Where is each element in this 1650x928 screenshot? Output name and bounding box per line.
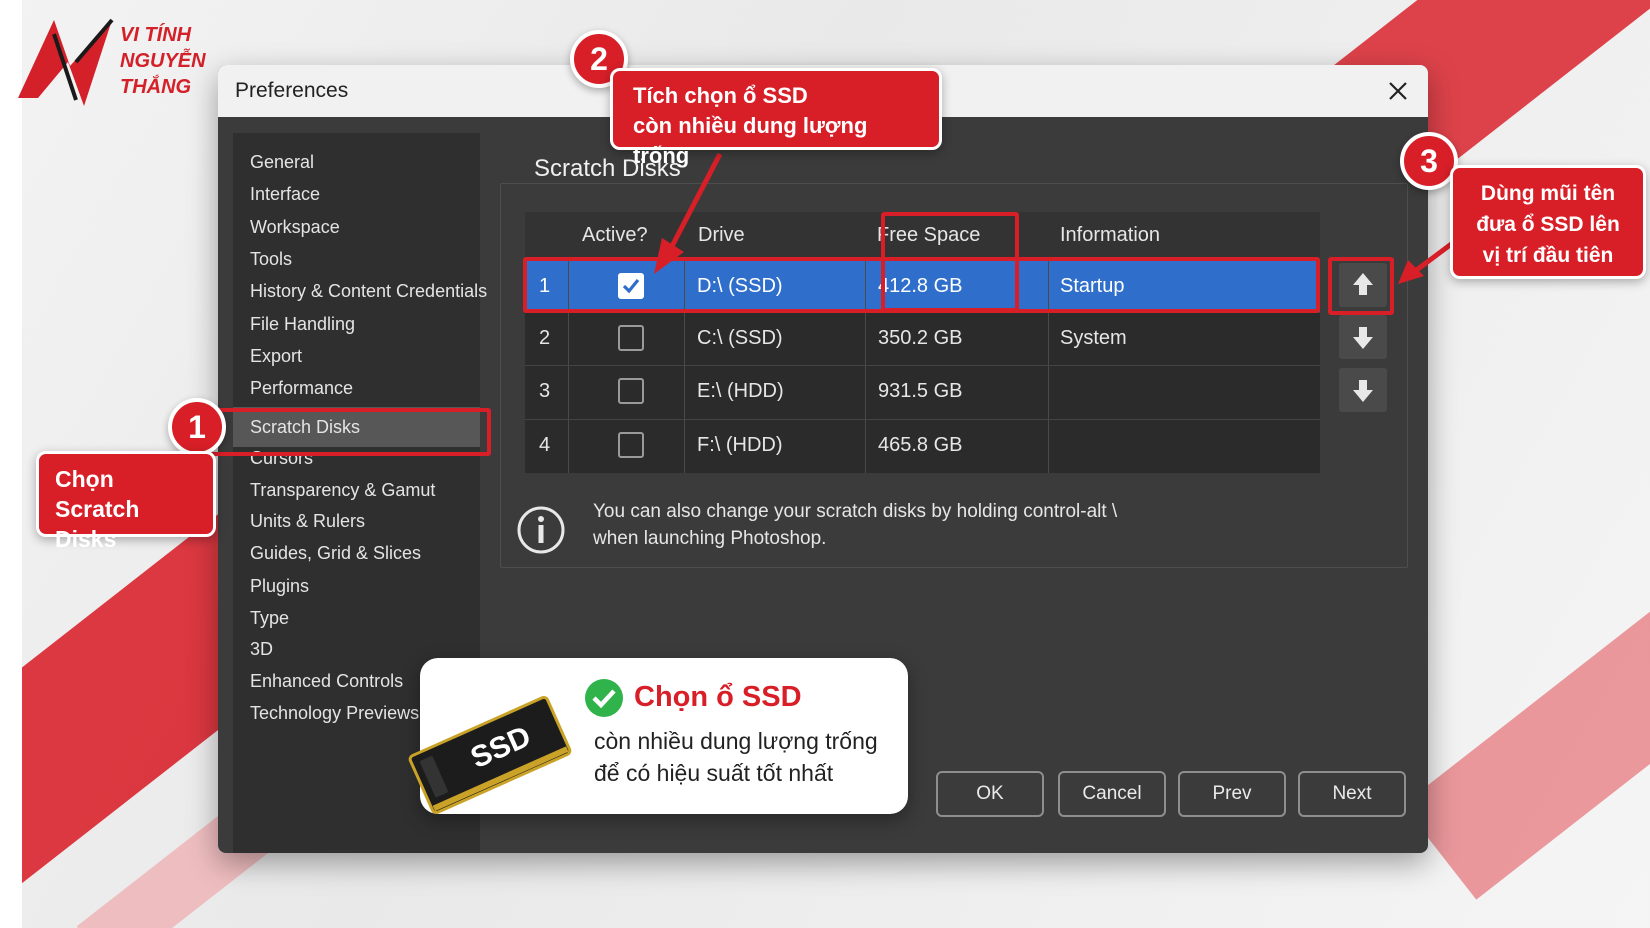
callout-line: còn nhiều dung lượng trống [633, 113, 868, 168]
column-divider [684, 313, 685, 366]
column-divider [1048, 261, 1049, 314]
column-divider [865, 313, 866, 366]
sidebar-item-history[interactable]: History & Content Credentials [250, 276, 487, 306]
sidebar-item-units-rulers[interactable]: Units & Rulers [250, 506, 365, 536]
column-divider [865, 261, 866, 314]
background-edge [0, 0, 22, 928]
background-stripe [1402, 460, 1650, 900]
info-note-line: You can also change your scratch disks b… [593, 501, 1118, 522]
active-checkbox[interactable] [618, 378, 644, 404]
free-space: 931.5 GB [878, 380, 963, 402]
info-note-line: when launching Photoshop. [593, 528, 827, 549]
check-circle-icon [584, 678, 624, 718]
move-up-button[interactable] [1339, 263, 1387, 307]
dialog-title: Preferences [235, 79, 349, 102]
row-number: 4 [539, 434, 551, 456]
drive-info: Startup [1060, 275, 1125, 297]
brand-line: THẮNG [120, 76, 192, 98]
row-number: 3 [539, 380, 551, 402]
column-divider [1048, 420, 1049, 473]
sidebar-item-export[interactable]: Export [250, 341, 302, 371]
table-row[interactable]: 2 C:\ (SSD) 350.2 GB System [525, 312, 1320, 366]
arrow-up-icon [1353, 273, 1373, 295]
callout-line: Dùng mũi tên [1480, 182, 1616, 205]
callout-line: Scratch Disks [55, 496, 140, 552]
column-divider [568, 366, 569, 419]
close-button[interactable] [1382, 75, 1414, 107]
callout-line: Tích chọn ổ SSD [633, 83, 808, 108]
column-divider [1048, 313, 1049, 366]
prev-button[interactable]: Prev [1178, 771, 1286, 817]
active-checkbox[interactable] [618, 432, 644, 458]
column-header-free-space: Free Space [877, 224, 981, 246]
sidebar-item-plugins[interactable]: Plugins [250, 571, 309, 601]
free-space: 465.8 GB [878, 434, 963, 456]
step-badge-1: 1 [168, 398, 226, 456]
row-number: 1 [539, 275, 551, 297]
column-divider [1048, 366, 1049, 419]
arrow-down-icon [1353, 327, 1373, 349]
callout-line: đưa ổ SSD lên [1476, 213, 1620, 236]
drive-name: F:\ (HDD) [697, 434, 783, 456]
callout-step-2: Tích chọn ổ SSD còn nhiều dung lượng trố… [610, 68, 942, 168]
callout-step-1: Chọn Scratch Disks [36, 451, 216, 552]
callout-step-3: Dùng mũi tên đưa ổ SSD lên vị trí đầu ti… [1450, 165, 1646, 279]
column-divider [684, 420, 685, 473]
column-header-active: Active? [582, 224, 648, 246]
logo-mark-icon [18, 18, 114, 106]
active-checkbox[interactable] [618, 325, 644, 351]
brand-name: VI TÍNH NGUYỄN THẮNG [120, 22, 206, 100]
column-divider [568, 261, 569, 314]
tip-line: còn nhiều dung lượng trống [594, 728, 878, 754]
sidebar-item-workspace[interactable]: Workspace [250, 212, 340, 242]
checkmark-icon [622, 278, 640, 294]
drive-name: C:\ (SSD) [697, 327, 783, 349]
arrow-down-icon [1353, 380, 1373, 402]
sidebar-item-transparency[interactable]: Transparency & Gamut [250, 475, 435, 505]
drive-info: System [1060, 327, 1127, 349]
brand-line: VI TÍNH [120, 24, 192, 46]
info-icon [516, 505, 566, 555]
tip-line: để có hiệu suất tốt nhất [594, 760, 834, 786]
sidebar-item-guides[interactable]: Guides, Grid & Slices [250, 538, 421, 568]
move-down-button[interactable] [1339, 315, 1387, 359]
sidebar-item-tools[interactable]: Tools [250, 244, 292, 274]
table-row[interactable]: 3 E:\ (HDD) 931.5 GB [525, 365, 1320, 419]
sidebar-item-performance[interactable]: Performance [250, 373, 353, 403]
tip-title: Chọn ổ SSD [634, 681, 802, 713]
move-down-button[interactable] [1339, 368, 1387, 412]
free-space: 350.2 GB [878, 327, 963, 349]
sidebar-item-general[interactable]: General [250, 147, 314, 177]
sidebar-item-3d[interactable]: 3D [250, 634, 273, 664]
next-button[interactable]: Next [1298, 771, 1406, 817]
column-divider [568, 313, 569, 366]
table-row[interactable]: 4 F:\ (HDD) 465.8 GB [525, 419, 1320, 473]
sidebar-item-technology-previews[interactable]: Technology Previews [250, 698, 419, 728]
brand-line: NGUYỄN [120, 50, 206, 72]
brand-logo: VI TÍNH NGUYỄN THẮNG [14, 14, 214, 106]
ssd-illustration: SSD [405, 690, 575, 820]
callout-line: vị trí đầu tiên [1482, 244, 1614, 267]
sidebar-item-scratch-disks[interactable]: Scratch Disks [233, 407, 480, 447]
callout-line: Chọn [55, 466, 114, 492]
ssd-icon: SSD [408, 695, 572, 815]
cancel-button[interactable]: Cancel [1058, 771, 1166, 817]
pointer-arrow-icon [1398, 240, 1456, 284]
sidebar-item-type[interactable]: Type [250, 603, 289, 633]
ok-button[interactable]: OK [936, 771, 1044, 817]
info-note: You can also change your scratch disks b… [593, 498, 1233, 552]
sidebar-item-interface[interactable]: Interface [250, 179, 320, 209]
free-space: 412.8 GB [878, 275, 963, 297]
column-divider [684, 366, 685, 419]
column-divider [865, 366, 866, 419]
sidebar-item-cursors[interactable]: Cursors [250, 443, 313, 473]
drive-name: E:\ (HDD) [697, 380, 784, 402]
row-number: 2 [539, 327, 551, 349]
column-divider [568, 420, 569, 473]
column-header-information: Information [1060, 224, 1161, 246]
sidebar-item-file-handling[interactable]: File Handling [250, 309, 355, 339]
sidebar-item-enhanced-controls[interactable]: Enhanced Controls [250, 666, 403, 696]
column-divider [865, 420, 866, 473]
close-icon [1389, 82, 1407, 100]
